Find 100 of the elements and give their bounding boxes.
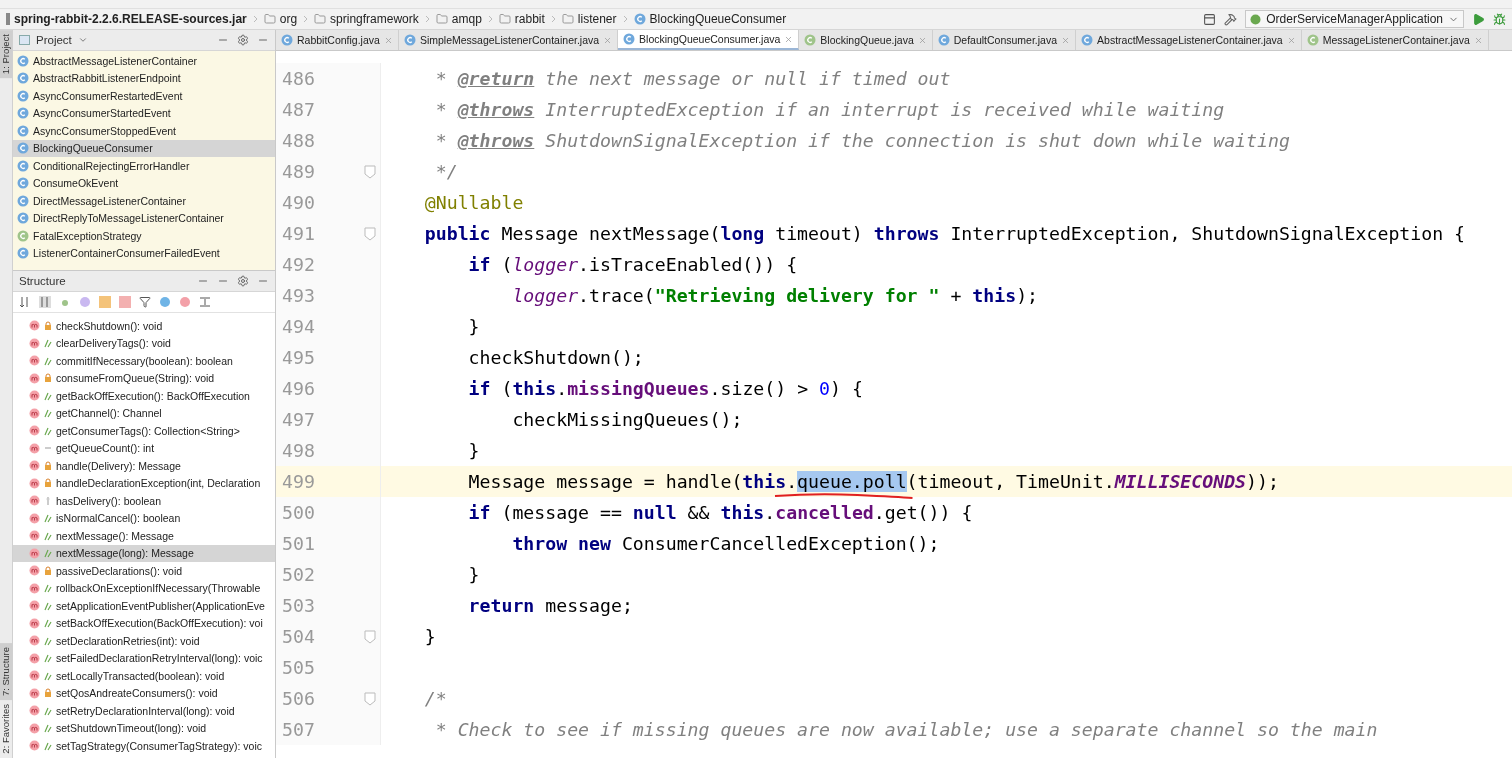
close-icon[interactable]	[784, 34, 794, 44]
structure-item[interactable]: nextMessage(long): Message	[13, 544, 275, 562]
structure-item[interactable]: consumeFromQueue(String): void	[13, 369, 275, 387]
structure-item[interactable]: passiveDeclarations(): void	[13, 562, 275, 580]
tree-item[interactable]: AsyncConsumerStartedEvent	[13, 104, 275, 122]
caret-icon[interactable]	[77, 35, 88, 45]
structure-item[interactable]: getBackOffExecution(): BackOffExecution	[13, 387, 275, 405]
non-public-icon[interactable]	[119, 296, 131, 308]
structure-item[interactable]: setFailedDeclarationRetryInterval(long): voic	[13, 649, 275, 667]
structure-item[interactable]: setBackOffExecution(BackOffExecution): voi	[13, 614, 275, 632]
line-number: 493	[281, 285, 316, 306]
fold-marker-icon[interactable]	[364, 629, 376, 644]
line-number: 489	[281, 161, 316, 182]
folder-icon	[561, 13, 574, 25]
structure-item[interactable]: hasDelivery(): boolean	[13, 492, 275, 510]
structure-item[interactable]: setApplicationEventPublisher(ApplicationEve	[13, 597, 275, 615]
close-icon[interactable]	[383, 35, 393, 45]
settings-icon[interactable]	[237, 275, 249, 287]
close-icon[interactable]	[603, 35, 613, 45]
breadcrumb[interactable]: BlockingQueueConsumer	[633, 12, 787, 26]
tree-item[interactable]: ListenerContainerConsumerFailedEvent	[13, 244, 275, 262]
breadcrumb[interactable]: amqp	[435, 12, 482, 26]
run-icon[interactable]	[1472, 12, 1485, 26]
layout-icon[interactable]	[1203, 12, 1217, 26]
structure-item[interactable]: setLocallyTransacted(boolean): void	[13, 667, 275, 685]
tree-item[interactable]: FatalExceptionStrategy	[13, 227, 275, 245]
filter-icon[interactable]	[139, 296, 151, 308]
lock-icon	[44, 478, 52, 489]
public-icon	[44, 600, 52, 611]
structure-item[interactable]: setDeclarationRetries(int): void	[13, 632, 275, 650]
structure-item[interactable]: getConsumerTags(): Collection<String>	[13, 422, 275, 440]
structure-item[interactable]: rollbackOnExceptionIfNecessary(Throwable	[13, 579, 275, 597]
settings-icon[interactable]	[237, 34, 249, 46]
tree-item[interactable]: AbstractRabbitListenerEndpoint	[13, 69, 275, 87]
sort-icon[interactable]	[19, 296, 31, 308]
tree-item[interactable]: ConditionalRejectingErrorHandler	[13, 157, 275, 175]
property-icon[interactable]	[79, 296, 91, 308]
tool-window-button[interactable]: 1: Project	[0, 30, 12, 79]
hammer-icon[interactable]	[1224, 12, 1238, 26]
tool-window-button[interactable]: 2: Favorites	[0, 700, 12, 758]
class-icon	[17, 247, 29, 260]
editor-tab[interactable]: BlockingQueueConsumer.java	[618, 30, 800, 50]
close-icon[interactable]	[1061, 35, 1071, 45]
tree-item[interactable]: AbstractMessageListenerContainer	[13, 52, 275, 70]
expand-all-icon[interactable]	[199, 296, 211, 308]
breadcrumb[interactable]: springframework	[314, 12, 419, 26]
line-number: 496	[281, 378, 316, 399]
folder-icon	[263, 13, 276, 25]
structure-item[interactable]: setQosAndreateConsumers(): void	[13, 684, 275, 702]
structure-item[interactable]: setRetryDeclarationInterval(long): void	[13, 702, 275, 720]
close-icon[interactable]	[1286, 35, 1296, 45]
breadcrumb[interactable]: spring-rabbit-2.2.6.RELEASE-sources.jar	[6, 12, 247, 26]
sort-alpha-icon[interactable]	[39, 296, 51, 308]
class-icon	[17, 72, 29, 85]
structure-item[interactable]: getQueueCount(): int	[13, 439, 275, 457]
structure-item[interactable]: nextMessage(): Message	[13, 527, 275, 545]
line-number: 503	[281, 595, 316, 616]
breadcrumb[interactable]: rabbit	[498, 12, 545, 26]
breadcrumb[interactable]: org	[263, 12, 298, 26]
run-configuration-dropdown[interactable]: OrderServiceManagerApplication	[1245, 10, 1464, 28]
interface-icon	[1306, 34, 1319, 46]
method-icon	[29, 652, 40, 664]
structure-item[interactable]: handle(Delivery): Message	[13, 457, 275, 475]
code-line: checkShutdown();	[467, 347, 644, 368]
lock-icon	[44, 320, 52, 331]
code-line: Message message = handle(this.queue.poll(timeout, TimeUnit.MILLISECONDS));	[381, 471, 1279, 492]
tree-item[interactable]: AsyncConsumerStoppedEvent	[13, 122, 275, 140]
structure-item[interactable]: commitIfNecessary(boolean): boolean	[13, 352, 275, 370]
tree-item[interactable]: BlockingQueueConsumer	[13, 139, 275, 157]
line-number: 502	[281, 564, 316, 585]
field-icon[interactable]	[99, 296, 111, 308]
structure-item[interactable]: setShutdownTimeout(long): void	[13, 719, 275, 737]
structure-item[interactable]: isNormalCancel(): boolean	[13, 509, 275, 527]
structure-item[interactable]: getChannel(): Channel	[13, 404, 275, 422]
close-icon[interactable]	[917, 35, 927, 45]
fold-marker-icon[interactable]	[364, 226, 376, 241]
structure-item[interactable]: clearDeliveryTags(): void	[13, 334, 275, 352]
structure-item[interactable]: checkShutdown(): void	[13, 317, 275, 335]
tool-window-button[interactable]: 7: Structure	[0, 643, 12, 701]
tree-item[interactable]: AsyncConsumerRestartedEvent	[13, 87, 275, 105]
anonymous-icon[interactable]	[159, 296, 171, 308]
code-line: if (message == null && this.cancelled.get()) {	[467, 502, 973, 523]
breadcrumb[interactable]: listener	[561, 12, 617, 26]
structure-item[interactable]: setTagStrategy(ConsumerTagStrategy): voic	[13, 737, 275, 755]
public-icon	[44, 618, 52, 629]
fold-marker-icon[interactable]	[364, 691, 376, 706]
tree-item[interactable]: DirectReplyToMessageListenerContainer	[13, 209, 275, 227]
structure-item[interactable]: handleDeclarationException(int, Declaration	[13, 474, 275, 492]
lock-icon	[44, 460, 52, 471]
fold-marker-icon[interactable]	[364, 164, 376, 179]
close-icon[interactable]	[1473, 35, 1483, 45]
bug-icon[interactable]	[1493, 12, 1506, 26]
lock-icon	[44, 688, 52, 699]
lambda-icon[interactable]	[179, 296, 191, 308]
panel-title[interactable]: Project	[36, 34, 72, 46]
tree-item[interactable]: ConsumeOkEvent	[13, 174, 275, 192]
public-icon	[44, 425, 52, 436]
method-icon	[29, 722, 40, 734]
tree-item[interactable]: DirectMessageListenerContainer	[13, 192, 275, 210]
line-number: 504	[281, 626, 316, 647]
